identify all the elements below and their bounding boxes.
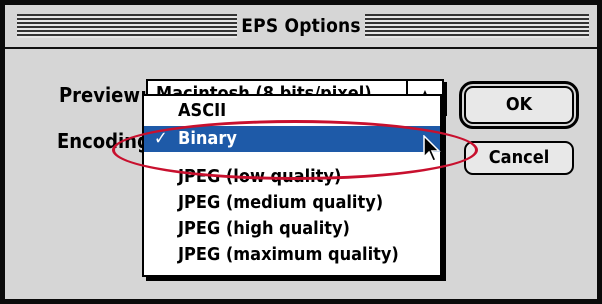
menu-item-label: JPEG (maximum quality) xyxy=(178,244,399,265)
title-stripes-right xyxy=(365,14,589,38)
menu-item-label: Binary xyxy=(178,128,237,149)
cancel-button[interactable]: Cancel xyxy=(464,141,574,175)
dialog-body: EPS Options Preview: Encoding: Macintosh… xyxy=(5,5,597,299)
title-stripes-left xyxy=(17,14,237,38)
menu-item-binary[interactable]: ✓ Binary xyxy=(144,126,440,152)
preview-label: Preview: xyxy=(59,83,148,107)
menu-item-jpeg-maximum[interactable]: JPEG (maximum quality) xyxy=(144,242,440,268)
menu-item-label: JPEG (medium quality) xyxy=(178,192,384,213)
menu-item-jpeg-high[interactable]: JPEG (high quality) xyxy=(144,216,440,242)
dialog-title: EPS Options xyxy=(237,13,365,39)
checkmark-icon: ✓ xyxy=(154,128,168,149)
menu-item-label: JPEG (high quality) xyxy=(178,218,350,239)
ok-button[interactable]: OK xyxy=(464,86,574,124)
title-separator xyxy=(5,47,597,49)
menu-item-ascii[interactable]: ASCII xyxy=(144,98,440,124)
mouse-cursor-icon xyxy=(423,135,441,162)
eps-options-dialog: EPS Options Preview: Encoding: Macintosh… xyxy=(0,0,602,304)
menu-item-jpeg-medium[interactable]: JPEG (medium quality) xyxy=(144,190,440,216)
title-bar[interactable]: EPS Options xyxy=(5,5,597,47)
menu-item-jpeg-low[interactable]: JPEG (low quality) xyxy=(144,164,440,190)
encoding-menu: ASCII ✓ Binary JPEG (low quality) JPEG (… xyxy=(142,94,442,277)
menu-item-label: JPEG (low quality) xyxy=(178,166,342,187)
menu-item-label: ASCII xyxy=(178,100,227,121)
